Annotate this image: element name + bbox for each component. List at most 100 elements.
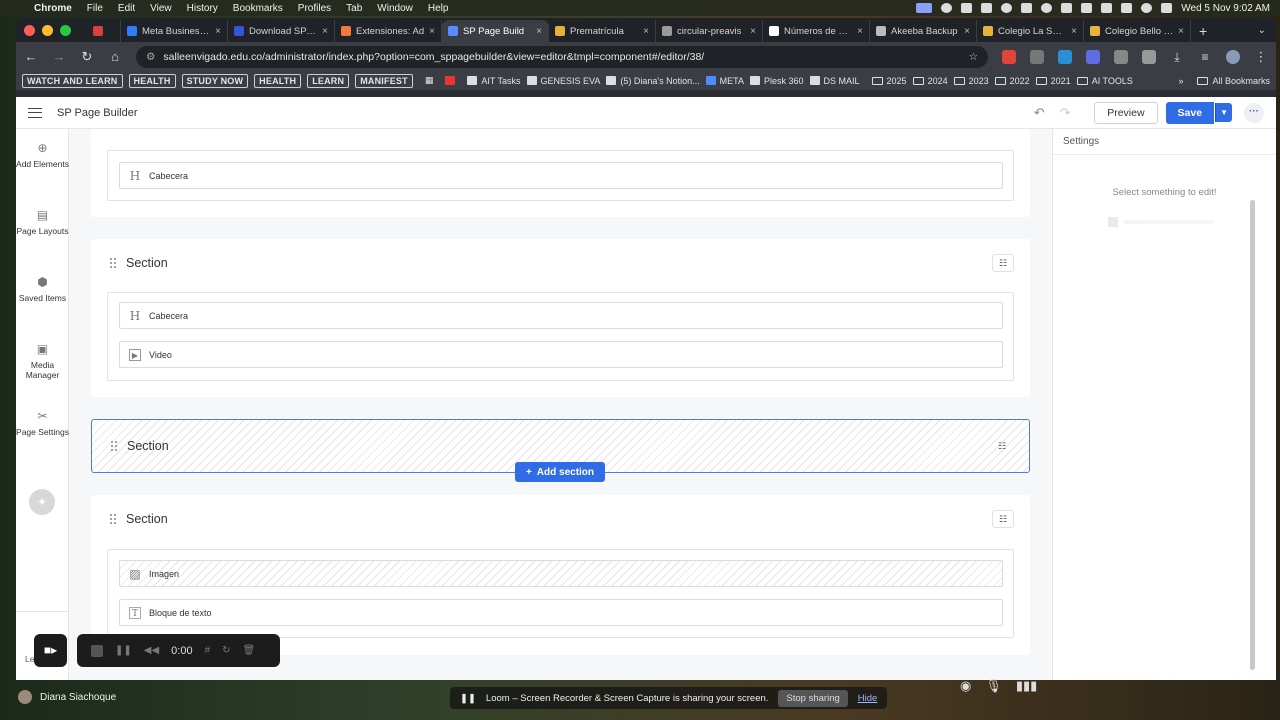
- apple-icon[interactable]: [10, 3, 20, 13]
- bookmark-link[interactable]: META: [705, 76, 744, 86]
- more-bookmarks-icon[interactable]: »: [1178, 76, 1183, 86]
- menu-window[interactable]: Window: [377, 3, 413, 14]
- extension-icon[interactable]: [1002, 49, 1016, 64]
- sidebar-item-saved-items[interactable]: ⬢ Saved Items: [16, 275, 69, 303]
- extension-icon[interactable]: [1030, 49, 1044, 64]
- drag-handle-icon[interactable]: [110, 440, 117, 452]
- menu-app-name[interactable]: Chrome: [34, 3, 72, 14]
- addon-element[interactable]: ▨ Imagen: [119, 560, 1003, 587]
- drag-handle-icon[interactable]: [109, 513, 116, 525]
- browser-tab[interactable]: [87, 20, 121, 42]
- menu-file[interactable]: File: [87, 3, 103, 14]
- delete-icon[interactable]: 🗑: [243, 645, 256, 656]
- draw-icon[interactable]: #: [205, 645, 211, 656]
- undo-icon[interactable]: ↶: [1030, 105, 1048, 121]
- sidebar-item-media-manager[interactable]: ▣ Media Manager: [16, 342, 69, 380]
- browser-tab[interactable]: Colegio Bello La ×: [1084, 20, 1191, 42]
- menu-history[interactable]: History: [187, 3, 218, 14]
- site-info-icon[interactable]: ⚙: [146, 51, 155, 63]
- battery-icon[interactable]: [1101, 3, 1113, 13]
- more-options-icon[interactable]: ···: [1244, 102, 1264, 123]
- redo-icon[interactable]: ↷: [1056, 105, 1074, 121]
- bookmark-pill[interactable]: MANIFEST: [355, 73, 413, 88]
- bluetooth-icon[interactable]: [1081, 3, 1093, 13]
- address-bar[interactable]: ⚙ salleenvigado.edu.co/administrator/ind…: [136, 45, 988, 68]
- wifi-icon[interactable]: [1121, 3, 1133, 13]
- sidebar-item-page-layouts[interactable]: ▤ Page Layouts: [16, 208, 69, 236]
- control-center-icon[interactable]: [1161, 3, 1173, 13]
- save-options-chevron-icon[interactable]: ▼: [1215, 103, 1232, 122]
- section-options-icon[interactable]: ☷: [992, 254, 1014, 272]
- youtube-icon[interactable]: [445, 76, 456, 85]
- status-icon[interactable]: [1021, 3, 1033, 13]
- browser-tab[interactable]: Meta Business S ×: [121, 20, 228, 42]
- menu-profiles[interactable]: Profiles: [298, 3, 331, 14]
- addon-element[interactable]: H Cabecera: [119, 302, 1003, 329]
- close-tab-icon[interactable]: ×: [964, 26, 970, 37]
- browser-tab[interactable]: circular-preavis ×: [656, 20, 763, 42]
- bookmark-folder[interactable]: AI TOOLS: [1076, 76, 1133, 86]
- menu-view[interactable]: View: [150, 3, 172, 14]
- all-bookmarks[interactable]: All Bookmarks: [1197, 76, 1270, 86]
- section-card[interactable]: Section ☷ H Cabecera ▶ Video: [91, 239, 1030, 397]
- bookmark-pill[interactable]: STUDY NOW: [181, 73, 249, 88]
- page-scrollbar[interactable]: [1250, 200, 1255, 670]
- bookmark-link[interactable]: GENESIS EVA: [526, 76, 600, 86]
- tab-search-icon[interactable]: ⌄: [1258, 20, 1266, 42]
- reload-icon[interactable]: ↻: [80, 49, 94, 65]
- section-card[interactable]: Section ☷ ▨ Imagen T Bloque de texto: [91, 495, 1030, 655]
- close-tab-icon[interactable]: ×: [322, 26, 328, 37]
- back-icon[interactable]: ←: [24, 49, 38, 64]
- bookmark-link[interactable]: AIT Tasks: [467, 76, 521, 86]
- browser-tab[interactable]: Números de Gra ×: [763, 20, 870, 42]
- profile-avatar[interactable]: [1226, 49, 1240, 64]
- bookmark-pill[interactable]: WATCH AND LEARN: [22, 73, 123, 88]
- download-icon[interactable]: ⤓: [1170, 50, 1184, 64]
- rewind-icon[interactable]: ◀◀: [144, 645, 159, 656]
- menu-help[interactable]: Help: [428, 3, 449, 14]
- bookmark-folder[interactable]: 2025: [871, 76, 907, 86]
- apps-grid-icon[interactable]: ▦: [425, 75, 434, 86]
- home-icon[interactable]: ⌂: [108, 49, 122, 64]
- close-tab-icon[interactable]: ×: [429, 26, 435, 37]
- search-icon[interactable]: [1141, 3, 1153, 13]
- browser-tab[interactable]: Prematrícula ×: [549, 20, 656, 42]
- bookmark-pill[interactable]: HEALTH: [128, 73, 176, 88]
- section-card[interactable]: H Cabecera: [91, 129, 1030, 217]
- bookmark-folder[interactable]: 2022: [994, 76, 1030, 86]
- sidebar-item-add-elements[interactable]: ⊕ Add Elements: [16, 141, 69, 169]
- preview-button[interactable]: Preview: [1094, 101, 1158, 124]
- browser-tab[interactable]: SP Page Build ×: [442, 20, 549, 42]
- restart-icon[interactable]: ↻: [222, 645, 230, 656]
- pause-sharing-icon[interactable]: ❚❚: [460, 693, 476, 704]
- bookmark-link[interactable]: Plesk 360: [749, 76, 804, 86]
- audio-level-icon[interactable]: ▮▮▮: [1016, 678, 1037, 694]
- forward-icon[interactable]: →: [52, 49, 66, 64]
- status-icon[interactable]: [1001, 3, 1013, 13]
- browser-tab[interactable]: Colegio La Salle ×: [977, 20, 1084, 42]
- menubar-clock[interactable]: Wed 5 Nov 9:02 AM: [1181, 3, 1270, 14]
- addon-element[interactable]: T Bloque de texto: [119, 599, 1003, 626]
- close-tab-icon[interactable]: ×: [536, 26, 542, 37]
- browser-tab[interactable]: Akeeba Backup ×: [870, 20, 977, 42]
- browser-tab[interactable]: Download SP Pa ×: [228, 20, 335, 42]
- addon-element[interactable]: ▶ Video: [119, 341, 1003, 368]
- sidebar-item-page-settings[interactable]: ✂ Page Settings: [16, 409, 69, 437]
- close-tab-icon[interactable]: ×: [1178, 26, 1184, 37]
- browser-tab[interactable]: Extensiones: Ad ×: [335, 20, 442, 42]
- section-options-icon[interactable]: ☷: [992, 510, 1014, 528]
- status-icon[interactable]: [941, 3, 953, 13]
- record-icon[interactable]: ◉: [960, 678, 971, 694]
- close-tab-icon[interactable]: ×: [750, 26, 756, 37]
- section-row[interactable]: ▨ Imagen T Bloque de texto: [107, 549, 1014, 638]
- bookmark-star-icon[interactable]: ☆: [969, 51, 978, 63]
- chrome-menu-icon[interactable]: ⋮: [1254, 49, 1268, 65]
- new-tab-icon[interactable]: +: [1199, 20, 1207, 42]
- drag-handle-icon[interactable]: [109, 257, 116, 269]
- status-icon[interactable]: [961, 3, 973, 13]
- stop-sharing-button[interactable]: Stop sharing: [778, 689, 848, 707]
- section-row[interactable]: H Cabecera: [107, 150, 1014, 201]
- status-icon[interactable]: [1041, 3, 1053, 13]
- status-icon[interactable]: [1061, 3, 1073, 13]
- bookmark-pill[interactable]: HEALTH: [254, 73, 302, 88]
